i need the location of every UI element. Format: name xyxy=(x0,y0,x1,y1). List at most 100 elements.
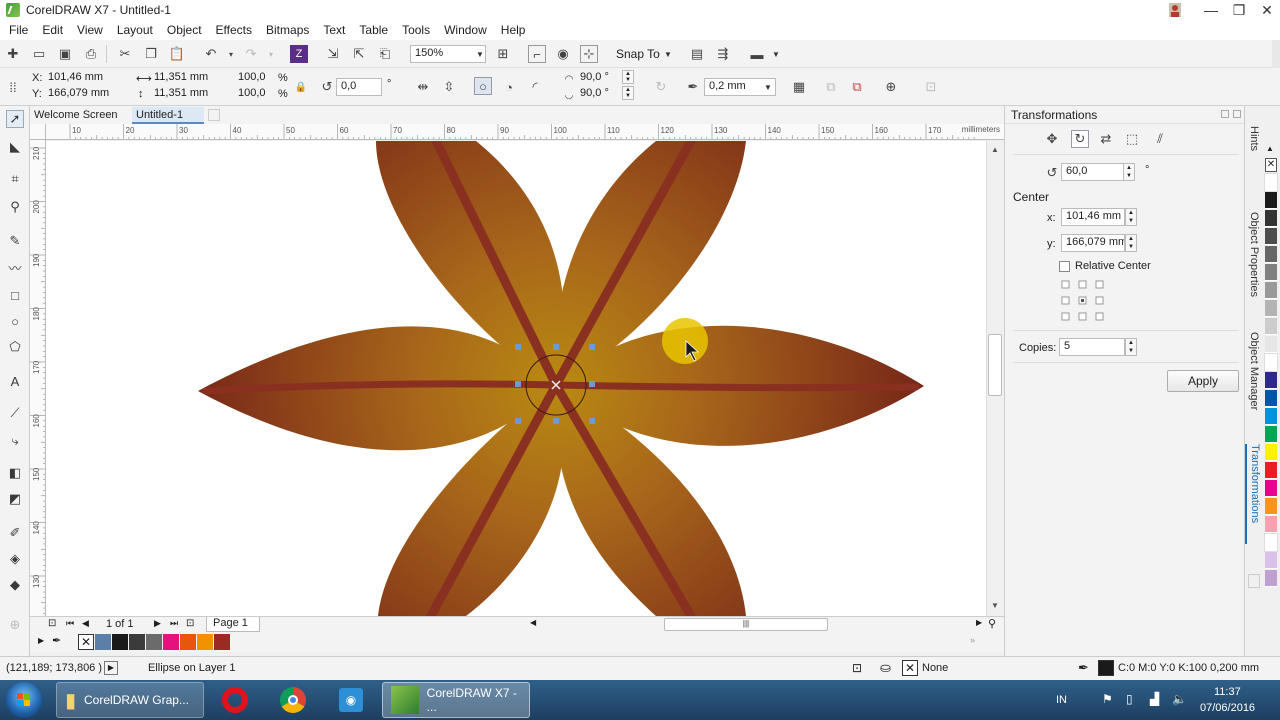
copies-spinner[interactable]: ▲ ▼ xyxy=(1125,338,1137,356)
scroll-left-icon[interactable]: ◀ xyxy=(530,618,536,627)
last-page-icon[interactable]: ⏭ xyxy=(170,618,178,629)
snap-to-dropdown-icon[interactable]: ▼ xyxy=(664,50,672,59)
drop-shadow-tool-icon[interactable]: ◧ xyxy=(6,464,24,482)
to-back-icon[interactable]: ⧉ xyxy=(848,78,866,96)
tab-untitled-1[interactable]: Untitled-1 xyxy=(132,107,204,124)
ellipse-tool-icon[interactable]: ○ xyxy=(6,312,24,330)
next-page-icon[interactable]: ▶ xyxy=(154,618,161,629)
page-counter[interactable]: 1 of 1 xyxy=(106,618,134,630)
close-button[interactable]: ✕ xyxy=(1252,0,1280,20)
zoom-dropdown-icon[interactable]: ▼ xyxy=(476,50,484,59)
docker-rotation-field[interactable]: 60,0 xyxy=(1061,163,1125,181)
clock-date[interactable]: 07/06/2016 xyxy=(1200,702,1255,714)
new-document-icon[interactable]: ✚ xyxy=(4,45,22,63)
palette-swatch[interactable] xyxy=(1264,173,1278,192)
snap-to-button[interactable]: Snap To xyxy=(616,47,660,61)
add-page-before-icon[interactable]: ⊡ xyxy=(48,618,56,629)
taskbar-item-coreldraw-graphics[interactable]: ▮ CorelDRAW Grap... xyxy=(56,682,204,718)
palette-swatch[interactable] xyxy=(1265,282,1277,299)
palette-swatch[interactable] xyxy=(163,634,179,650)
palette-swatch[interactable] xyxy=(1265,210,1277,227)
convert-to-curves-icon[interactable]: ⊕ xyxy=(882,78,900,96)
center-x-spinner[interactable]: ▲ ▼ xyxy=(1125,208,1137,226)
polygon-tool-icon[interactable]: ⬠ xyxy=(6,338,24,356)
apply-button[interactable]: Apply xyxy=(1167,370,1239,392)
clock-time[interactable]: 11:37 xyxy=(1214,686,1241,698)
tab-welcome-screen[interactable]: Welcome Screen xyxy=(30,107,130,124)
palette-swatch[interactable] xyxy=(1265,516,1277,533)
import-icon[interactable]: ⇲ xyxy=(324,45,342,63)
outline-width-dropdown-icon[interactable]: ▼ xyxy=(764,83,772,92)
palette-expand-icon[interactable]: » xyxy=(970,635,975,645)
docker-rotation-spinner[interactable]: ▲ ▼ xyxy=(1123,163,1135,181)
smart-fill-tool-icon[interactable]: ◆ xyxy=(6,576,24,594)
palette-scroll-up-icon[interactable]: ▲ xyxy=(1266,144,1274,153)
center-y-field[interactable]: 166,079 mm xyxy=(1061,234,1125,252)
palette-scroll-icon[interactable]: ▶ xyxy=(38,636,44,645)
to-front-icon[interactable]: ⧉ xyxy=(822,78,840,96)
vertical-scroll-thumb[interactable] xyxy=(988,334,1002,396)
cut-icon[interactable]: ✂ xyxy=(116,45,134,63)
palette-swatch[interactable] xyxy=(1265,570,1277,587)
save-icon[interactable]: ▣ xyxy=(56,45,74,63)
menu-text[interactable]: Text xyxy=(318,23,354,37)
palette-swatch[interactable] xyxy=(1264,533,1278,552)
palette-swatch[interactable] xyxy=(1265,300,1277,317)
palette-swatch[interactable] xyxy=(146,634,162,650)
flag-icon[interactable]: ⚑ xyxy=(1102,692,1113,706)
align-guides-icon[interactable]: ⇶ xyxy=(714,45,732,63)
undo-dropdown-icon[interactable]: ▾ xyxy=(222,45,240,63)
menu-view[interactable]: View xyxy=(72,23,112,37)
height-field[interactable]: 11,351 mm xyxy=(150,86,228,104)
palette-swatch[interactable] xyxy=(197,634,213,650)
palette-swatch[interactable] xyxy=(1265,444,1277,461)
palette-swatch[interactable] xyxy=(1265,480,1277,497)
maximize-button[interactable]: ❐ xyxy=(1224,0,1254,20)
tab-hints[interactable]: Hints xyxy=(1245,126,1263,174)
size-transform-icon[interactable]: ⬚ xyxy=(1123,130,1141,148)
palette-swatch[interactable] xyxy=(1265,462,1277,479)
status-expand-icon[interactable]: ▶ xyxy=(104,661,118,675)
palette-swatch[interactable] xyxy=(1265,426,1277,443)
palette-swatch[interactable] xyxy=(1265,336,1277,353)
lock-object-icon[interactable]: ⊡ xyxy=(922,78,940,96)
scroll-right-icon[interactable]: ▶ xyxy=(976,618,982,627)
palette-swatch[interactable] xyxy=(1265,228,1277,245)
options-icon[interactable]: ▤ xyxy=(688,45,706,63)
interactive-fill-tool-icon[interactable]: ◈ xyxy=(6,550,24,568)
menu-edit[interactable]: Edit xyxy=(37,23,72,37)
palette-swatch[interactable] xyxy=(129,634,145,650)
y-position-field[interactable]: 166,079 mm xyxy=(44,86,128,104)
palette-swatch[interactable] xyxy=(112,634,128,650)
page-tab[interactable]: Page 1 xyxy=(206,617,260,632)
user-icon[interactable] xyxy=(1160,0,1190,20)
show-guidelines-icon[interactable]: ⊹ xyxy=(580,45,598,63)
taskbar-opera[interactable] xyxy=(212,682,258,718)
add-page-after-icon[interactable]: ⊡ xyxy=(186,618,194,629)
minimize-button[interactable]: — xyxy=(1196,0,1226,20)
scale-height-field[interactable]: 100,0 xyxy=(234,86,274,104)
undo-icon[interactable]: ↶ xyxy=(202,45,220,63)
crop-tool-icon[interactable]: ⌗ xyxy=(6,170,24,188)
arc-shape-icon[interactable]: ◜ xyxy=(526,78,544,96)
palette-swatch[interactable] xyxy=(1265,318,1277,335)
new-tab-icon[interactable] xyxy=(208,109,220,121)
first-page-icon[interactable]: ⏮ xyxy=(66,618,74,629)
palette-swatch[interactable] xyxy=(180,634,196,650)
end-angle-spinner[interactable]: ▲ ▼ xyxy=(622,86,634,100)
end-angle-field[interactable]: 90,0 ° xyxy=(576,86,620,104)
ellipse-shape-icon[interactable]: ○ xyxy=(474,77,492,95)
fill-none-swatch[interactable]: ✕ xyxy=(902,660,918,676)
taskbar-screen-capture[interactable]: ◉ xyxy=(328,682,374,718)
rotate-transform-icon[interactable]: ↻ xyxy=(1071,130,1089,148)
horizontal-ruler[interactable]: 10 20 30 40 50 60 70 80 90 100 110 120 130 140 150 160 1… xyxy=(46,124,1004,140)
skew-transform-icon[interactable]: ⫽ xyxy=(1151,130,1169,148)
print-icon[interactable]: ⎙ xyxy=(82,45,100,63)
palette-swatch[interactable] xyxy=(1265,498,1277,515)
palette-swatch[interactable] xyxy=(1265,408,1277,425)
change-direction-icon[interactable]: ↻ xyxy=(652,78,670,96)
menu-layout[interactable]: Layout xyxy=(112,23,162,37)
start-button[interactable] xyxy=(6,682,42,718)
docker-minimize-icon[interactable] xyxy=(1221,110,1229,118)
palette-swatch[interactable] xyxy=(1265,552,1277,569)
